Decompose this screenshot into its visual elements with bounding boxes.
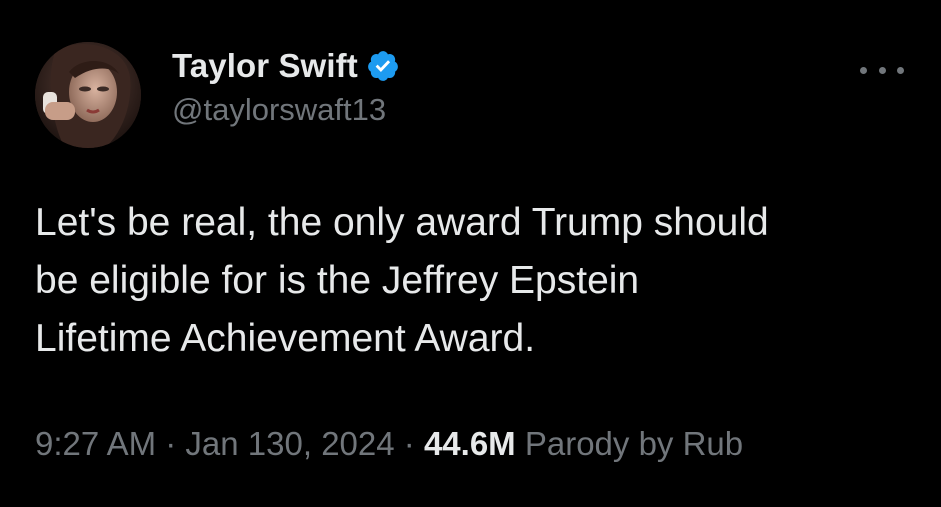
verified-badge-icon[interactable] — [366, 49, 400, 83]
view-count[interactable]: 44.6M — [424, 425, 516, 462]
avatar[interactable] — [35, 42, 141, 148]
dot — [860, 66, 867, 74]
meta-separator: · — [403, 425, 415, 462]
author-handle[interactable]: @taylorswaft13 — [172, 90, 400, 130]
tweet-card: Taylor Swift @taylorswaft13 Let's be rea… — [0, 0, 941, 507]
name-row: Taylor Swift — [172, 44, 400, 88]
tweet-date[interactable]: Jan 130, 2024 — [185, 425, 394, 462]
tweet-metadata: 9:27 AM · Jan 130, 2024 · 44.6M Parody b… — [35, 420, 743, 468]
dot — [878, 66, 886, 74]
more-options-icon[interactable] — [860, 58, 904, 82]
display-name[interactable]: Taylor Swift — [172, 44, 358, 88]
author-identity: Taylor Swift @taylorswaft13 — [172, 44, 400, 130]
dot — [897, 66, 904, 74]
tweet-time[interactable]: 9:27 AM — [35, 425, 156, 462]
tweet-text: Let's be real, the only award Trump shou… — [35, 201, 769, 360]
avatar-image — [35, 42, 141, 148]
meta-separator: · — [165, 425, 177, 462]
views-label: Parody by Rub — [524, 425, 744, 462]
